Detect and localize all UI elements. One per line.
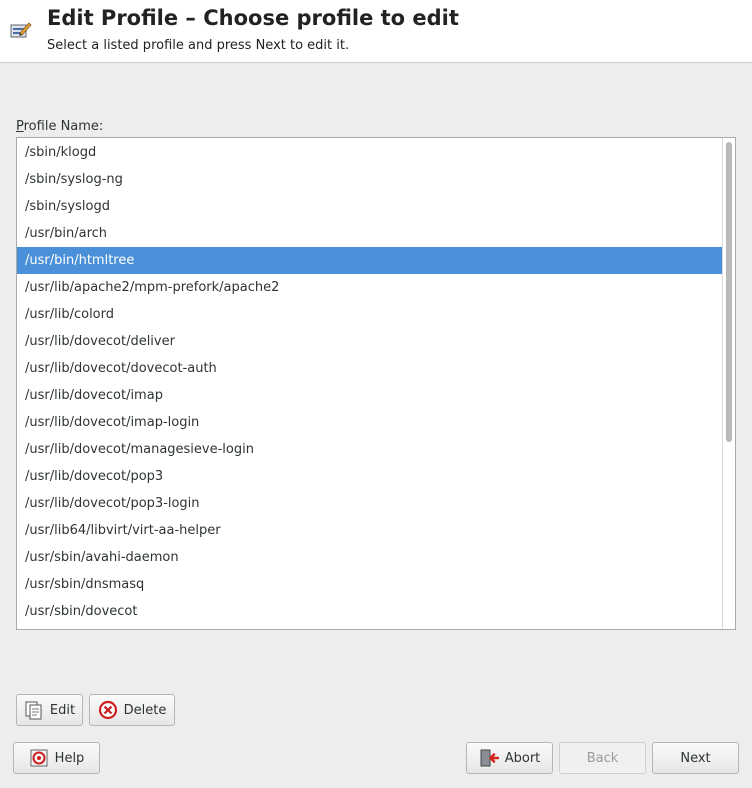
delete-icon: [98, 700, 118, 720]
edit-document-icon: [24, 700, 44, 720]
back-button-label: Back: [586, 750, 619, 766]
list-item[interactable]: /usr/sbin/dnsmasq: [17, 571, 722, 598]
edit-profile-icon: [10, 20, 32, 40]
page-subtitle: Select a listed profile and press Next t…: [47, 38, 350, 53]
profile-name-label: Profile Name:: [16, 119, 103, 134]
list-item[interactable]: /usr/lib/dovecot/managesieve-login: [17, 436, 722, 463]
page-title: Edit Profile – Choose profile to edit: [47, 6, 459, 30]
list-item[interactable]: /sbin/klogd: [17, 139, 722, 166]
list-item[interactable]: /usr/sbin/dovecot: [17, 598, 722, 625]
list-item[interactable]: /usr/lib/colord: [17, 301, 722, 328]
abort-button-label: Abort: [504, 750, 541, 766]
list-item[interactable]: /usr/lib64/libvirt/virt-aa-helper: [17, 517, 722, 544]
next-button[interactable]: Next: [652, 742, 739, 774]
list-item[interactable]: /sbin/syslogd: [17, 193, 722, 220]
help-button[interactable]: Help: [13, 742, 100, 774]
list-item[interactable]: /usr/lib/dovecot/imap: [17, 382, 722, 409]
profile-list[interactable]: /sbin/klogd/sbin/syslog-ng/sbin/syslogd /…: [16, 137, 736, 630]
edit-button-label: Edit: [49, 702, 76, 718]
list-item[interactable]: /usr/sbin/avahi-daemon: [17, 544, 722, 571]
list-item[interactable]: /usr/lib/dovecot/pop3-login: [17, 490, 722, 517]
list-item[interactable]: /usr/bin/htmltree: [17, 247, 722, 274]
scrollbar-thumb[interactable]: [726, 142, 732, 442]
list-item[interactable]: /usr/lib/dovecot/dovecot-auth: [17, 355, 722, 382]
exit-door-icon: [479, 748, 499, 768]
list-scrollbar[interactable]: [722, 138, 735, 629]
label-text: rofile Name:: [23, 119, 104, 134]
list-item[interactable]: /usr/lib/dovecot/pop3: [17, 463, 722, 490]
list-item[interactable]: /usr/lib/apache2/mpm-prefork/apache2: [17, 274, 722, 301]
back-button[interactable]: Back: [559, 742, 646, 774]
next-button-label: Next: [680, 750, 711, 766]
abort-button[interactable]: Abort: [466, 742, 553, 774]
list-item[interactable]: /usr/lib/dovecot/imap-login: [17, 409, 722, 436]
edit-button[interactable]: Edit: [16, 694, 83, 726]
delete-button-label: Delete: [123, 702, 167, 718]
help-button-label: Help: [54, 750, 85, 766]
list-item[interactable]: /usr/lib/dovecot/deliver: [17, 328, 722, 355]
dialog-header: Edit Profile – Choose profile to edit Se…: [0, 0, 752, 63]
help-icon: [29, 748, 49, 768]
list-item[interactable]: /sbin/syslog-ng: [17, 166, 722, 193]
list-item[interactable]: /usr/bin/arch: [17, 220, 722, 247]
delete-button[interactable]: Delete: [89, 694, 175, 726]
label-mnemonic: P: [16, 119, 24, 134]
